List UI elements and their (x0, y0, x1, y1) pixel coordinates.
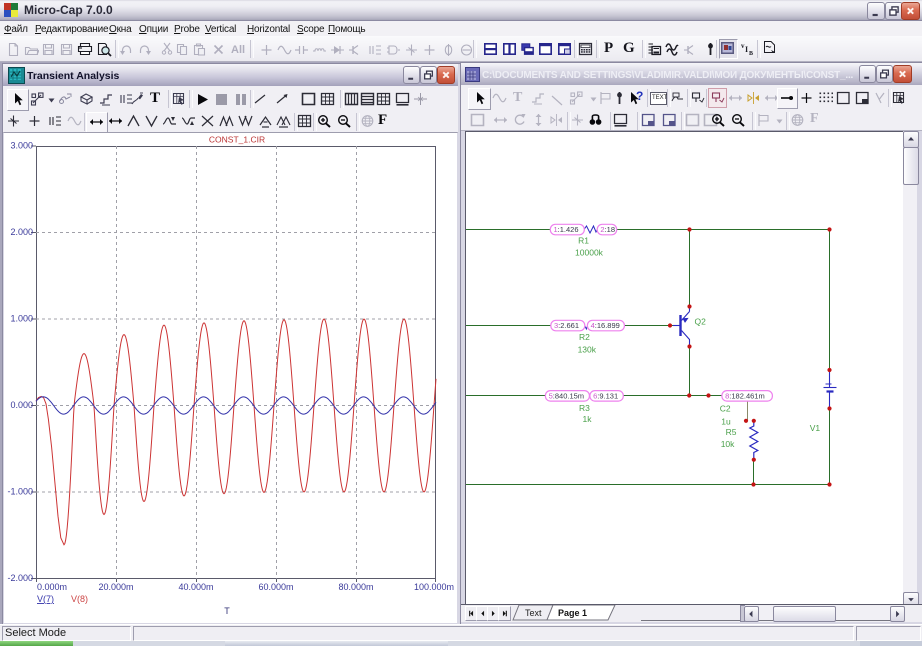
svg-text:1.000: 1.000 (10, 314, 33, 324)
svg-text:V(8): V(8) (71, 594, 88, 604)
svg-text:3.000: 3.000 (10, 141, 33, 151)
svg-text:Page 1: Page 1 (558, 608, 587, 618)
svg-text:Text: Text (525, 608, 542, 618)
svg-text:CONST_1.CIR: CONST_1.CIR (209, 135, 265, 145)
svg-text:5:840.15m: 5:840.15m (549, 391, 584, 400)
svg-text:130k: 130k (578, 345, 597, 355)
svg-text:I: I (745, 45, 748, 54)
svg-text:2:18: 2:18 (600, 225, 615, 234)
svg-text:R2: R2 (579, 332, 590, 342)
svg-text:R1: R1 (578, 236, 589, 246)
svg-text:V(7): V(7) (37, 594, 54, 604)
svg-text:0.000: 0.000 (10, 400, 33, 410)
svg-text:1:1.426: 1:1.426 (554, 225, 579, 234)
svg-text:3:2.661: 3:2.661 (554, 321, 579, 330)
svg-text:4:16.899: 4:16.899 (591, 321, 620, 330)
svg-text:-1.000: -1.000 (7, 487, 33, 497)
svg-text:R3: R3 (579, 403, 590, 413)
svg-text:80.000m: 80.000m (338, 582, 373, 592)
svg-text:1u: 1u (721, 417, 731, 427)
svg-text:-2.000: -2.000 (7, 573, 33, 583)
svg-text:2.000: 2.000 (10, 227, 33, 237)
svg-text:40.000m: 40.000m (178, 582, 213, 592)
svg-text:60.000m: 60.000m (258, 582, 293, 592)
svg-text:C2: C2 (720, 404, 731, 414)
svg-text:10000k: 10000k (575, 248, 604, 258)
svg-text:V1: V1 (810, 423, 821, 433)
svg-text:0.000m: 0.000m (37, 582, 67, 592)
svg-text:1k: 1k (583, 414, 593, 424)
svg-text:8:182.461m: 8:182.461m (725, 391, 765, 400)
svg-text:100.000m: 100.000m (414, 582, 454, 592)
svg-text:T: T (224, 606, 230, 616)
svg-text:B: B (749, 51, 753, 56)
svg-text:20.000m: 20.000m (98, 582, 133, 592)
svg-text:R5: R5 (726, 427, 737, 437)
svg-text:10k: 10k (721, 439, 735, 449)
svg-text:Q2: Q2 (695, 317, 707, 327)
svg-text:6:9.131: 6:9.131 (593, 391, 618, 400)
